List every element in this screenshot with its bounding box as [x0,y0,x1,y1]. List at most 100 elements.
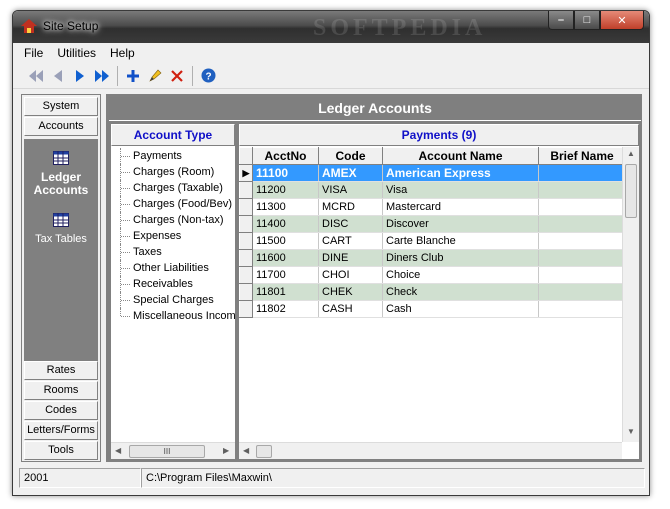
tax-tables-item[interactable]: Tax Tables [24,213,98,246]
table-row[interactable]: 11700 CHOI Choice [239,266,626,284]
row-indicator[interactable] [239,215,253,233]
next-record-icon[interactable] [69,65,91,87]
table-row[interactable]: 11200 VISA Visa [239,181,626,199]
code-cell[interactable]: CHEK [318,283,383,301]
table-row[interactable]: 11300 MCRD Mastercard [239,198,626,216]
maximize-button[interactable]: □ [574,11,600,30]
previous-record-icon[interactable] [47,65,69,87]
scroll-left-icon[interactable]: ◀ [115,446,121,455]
grid-vertical-scrollbar[interactable]: ▲ ▼ [622,147,639,442]
row-indicator[interactable] [239,249,253,267]
account-type-item[interactable]: Charges (Non-tax) [111,212,235,228]
code-cell[interactable]: MCRD [318,198,383,216]
account-name-cell[interactable]: Cash [382,300,539,318]
code-cell[interactable]: AMEX [318,164,383,182]
last-record-icon[interactable] [91,65,113,87]
first-record-icon[interactable] [25,65,47,87]
brief-name-cell[interactable] [538,215,626,233]
account-name-cell[interactable]: Visa [382,181,539,199]
table-row[interactable]: 11802 CASH Cash [239,300,626,318]
brief-name-cell[interactable] [538,181,626,199]
sidebar-system-button[interactable]: System [24,97,98,116]
brief-name-cell[interactable] [538,300,626,318]
scroll-left-icon[interactable]: ◀ [243,446,249,455]
acctno-cell[interactable]: 11700 [252,266,319,284]
edit-icon[interactable] [144,65,166,87]
scroll-thumb[interactable]: III [129,445,205,458]
scroll-up-icon[interactable]: ▲ [627,149,635,158]
account-name-cell[interactable]: Mastercard [382,198,539,216]
account-type-item[interactable]: Special Charges [111,292,235,308]
grid-horizontal-scrollbar[interactable]: ◀ [239,442,622,459]
column-header-account-name[interactable]: Account Name [382,147,539,165]
sidebar-accounts-button[interactable]: Accounts [24,117,98,136]
code-cell[interactable]: CHOI [318,266,383,284]
account-name-cell[interactable]: Choice [382,266,539,284]
account-type-item[interactable]: Taxes [111,244,235,260]
account-type-item[interactable]: Charges (Room) [111,164,235,180]
ledger-accounts-item[interactable]: Ledger Accounts [24,151,98,197]
scroll-thumb[interactable] [256,445,272,458]
acctno-cell[interactable]: 11600 [252,249,319,267]
account-name-cell[interactable]: Discover [382,215,539,233]
code-cell[interactable]: CASH [318,300,383,318]
acctno-cell[interactable]: 11802 [252,300,319,318]
code-cell[interactable]: CART [318,232,383,250]
acctno-cell[interactable]: 11300 [252,198,319,216]
sidebar-tools-button[interactable]: Tools [24,441,98,460]
row-indicator[interactable] [239,266,253,284]
row-indicator[interactable] [239,283,253,301]
table-row[interactable]: ▶ 11100 AMEX American Express [239,164,626,182]
brief-name-cell[interactable] [538,198,626,216]
title-bar[interactable]: Site Setup SOFTPEDIA ⎯ □ ✕ [13,11,649,43]
tree-horizontal-scrollbar[interactable]: ◀ III ▶ [111,442,235,459]
acctno-cell[interactable]: 11500 [252,232,319,250]
account-type-item[interactable]: Charges (Food/Bev) [111,196,235,212]
acctno-cell[interactable]: 11801 [252,283,319,301]
row-indicator[interactable] [239,181,253,199]
table-row[interactable]: 11500 CART Carte Blanche [239,232,626,250]
account-name-cell[interactable]: Check [382,283,539,301]
close-button[interactable]: ✕ [600,11,644,30]
scroll-thumb[interactable] [625,164,637,218]
column-header-brief-name[interactable]: Brief Name [538,147,626,165]
scroll-right-icon[interactable]: ▶ [223,446,229,455]
account-type-item[interactable]: Charges (Taxable) [111,180,235,196]
row-indicator[interactable] [239,232,253,250]
column-header-acctno[interactable]: AcctNo [252,147,319,165]
menu-file[interactable]: File [17,46,50,60]
brief-name-cell[interactable] [538,283,626,301]
acctno-cell[interactable]: 11100 [252,164,319,182]
code-cell[interactable]: VISA [318,181,383,199]
account-type-item[interactable]: Receivables [111,276,235,292]
help-icon[interactable]: ? [197,65,219,87]
account-name-cell[interactable]: American Express [382,164,539,182]
table-row[interactable]: 11600 DINE Diners Club [239,249,626,267]
row-indicator[interactable] [239,198,253,216]
sidebar-rates-button[interactable]: Rates [24,361,98,380]
row-indicator[interactable]: ▶ [239,164,253,182]
add-icon[interactable] [122,65,144,87]
account-type-item[interactable]: Expenses [111,228,235,244]
brief-name-cell[interactable] [538,249,626,267]
brief-name-cell[interactable] [538,266,626,284]
sidebar-rooms-button[interactable]: Rooms [24,381,98,400]
sidebar-codes-button[interactable]: Codes [24,401,98,420]
account-type-item[interactable]: Miscellaneous Income [111,308,235,324]
account-type-item[interactable]: Other Liabilities [111,260,235,276]
minimize-button[interactable]: ⎯ [548,11,574,30]
sidebar-letters-forms-button[interactable]: Letters/Forms [24,421,98,440]
column-header-code[interactable]: Code [318,147,383,165]
table-row[interactable]: 11801 CHEK Check [239,283,626,301]
acctno-cell[interactable]: 11400 [252,215,319,233]
menu-utilities[interactable]: Utilities [50,46,103,60]
account-name-cell[interactable]: Diners Club [382,249,539,267]
code-cell[interactable]: DINE [318,249,383,267]
scroll-down-icon[interactable]: ▼ [627,427,635,436]
brief-name-cell[interactable] [538,164,626,182]
code-cell[interactable]: DISC [318,215,383,233]
delete-icon[interactable] [166,65,188,87]
account-type-item[interactable]: Payments [111,148,235,164]
account-name-cell[interactable]: Carte Blanche [382,232,539,250]
acctno-cell[interactable]: 11200 [252,181,319,199]
